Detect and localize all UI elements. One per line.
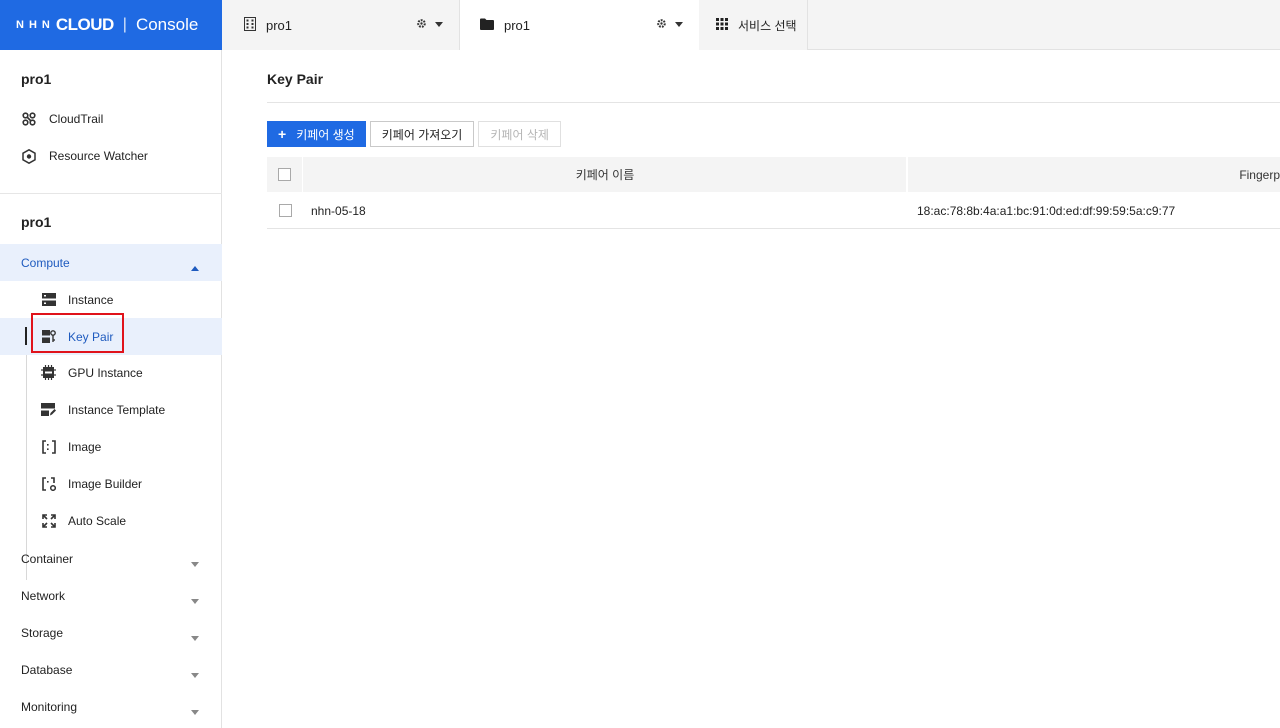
auto-scale-icon bbox=[41, 513, 56, 528]
project-name: pro1 bbox=[504, 17, 531, 33]
sidebar-item-image[interactable]: Image bbox=[0, 428, 222, 465]
chevron-down-icon bbox=[191, 562, 199, 567]
sidebar-item-label: Instance Template bbox=[68, 402, 166, 417]
sidebar-item-label: Image Builder bbox=[68, 476, 143, 491]
active-item-indicator bbox=[25, 327, 27, 345]
template-icon bbox=[41, 402, 56, 417]
sidebar-item-resource-watcher[interactable]: Resource Watcher bbox=[21, 148, 148, 164]
sidebar-item-label: GPU Instance bbox=[68, 365, 143, 380]
category-container[interactable]: Container bbox=[0, 540, 222, 577]
category-database[interactable]: Database bbox=[0, 651, 222, 688]
logo-cloud: CLOUD bbox=[55, 15, 114, 34]
sidebar-item-cloudtrail[interactable]: CloudTrail bbox=[21, 111, 103, 127]
service-select-label: 서비스 선택 bbox=[738, 18, 797, 33]
column-header-fingerprint[interactable]: Fingerp bbox=[910, 157, 1280, 192]
title-divider bbox=[267, 102, 1280, 103]
sidebar-item-label: Image bbox=[68, 439, 102, 454]
column-header-name[interactable]: 키페어 이름 bbox=[304, 157, 908, 192]
logo-console: Console bbox=[135, 15, 199, 34]
row-checkbox[interactable] bbox=[278, 204, 292, 217]
service-select-button[interactable]: 서비스 선택 bbox=[699, 0, 808, 50]
folder-icon bbox=[480, 18, 494, 33]
highlight-box bbox=[31, 313, 124, 353]
organization-name: pro1 bbox=[266, 17, 293, 33]
plus-icon: + bbox=[278, 126, 287, 142]
sidebar-divider bbox=[0, 193, 222, 194]
sidebar-item-label: Resource Watcher bbox=[49, 149, 148, 163]
organization-selector[interactable]: pro1 bbox=[222, 0, 460, 50]
gpu-icon bbox=[41, 365, 56, 380]
key-pair-name: nhn-05-18 bbox=[311, 204, 366, 218]
organization-settings-gear-icon[interactable] bbox=[416, 17, 427, 32]
category-storage[interactable]: Storage bbox=[0, 614, 222, 651]
organization-chevron-down-icon[interactable] bbox=[435, 22, 443, 27]
sidebar-item-label: Auto Scale bbox=[68, 513, 127, 528]
select-all-checkbox[interactable] bbox=[278, 168, 291, 181]
category-label: Container bbox=[21, 551, 74, 566]
sidebar: pro1 CloudTrail Resource Watcher pro1 Co… bbox=[0, 50, 222, 728]
toolbar: + 키페어 생성 키페어 가져오기 키페어 삭제 bbox=[267, 121, 561, 147]
project-selector[interactable]: pro1 bbox=[460, 0, 699, 50]
category-label: Compute bbox=[21, 255, 70, 270]
import-key-pair-button[interactable]: 키페어 가져오기 bbox=[369, 121, 475, 147]
sidebar-item-image-builder[interactable]: Image Builder bbox=[0, 465, 222, 502]
grid-icon bbox=[716, 17, 728, 33]
instance-icon bbox=[41, 292, 56, 307]
page-title: Key Pair bbox=[267, 71, 324, 87]
create-key-pair-label: 키페어 생성 bbox=[296, 127, 355, 142]
chevron-up-icon bbox=[191, 266, 199, 271]
category-label: Storage bbox=[21, 625, 64, 640]
category-network[interactable]: Network bbox=[0, 577, 222, 614]
delete-key-pair-button[interactable]: 키페어 삭제 bbox=[478, 121, 561, 147]
cloudtrail-icon bbox=[21, 111, 37, 127]
sidebar-item-gpu-instance[interactable]: GPU Instance bbox=[0, 354, 222, 391]
category-label: Monitoring bbox=[21, 699, 78, 714]
project-settings-gear-icon[interactable] bbox=[656, 17, 667, 32]
category-label: Network bbox=[21, 588, 66, 603]
category-label: Database bbox=[21, 662, 73, 677]
create-key-pair-button[interactable]: + 키페어 생성 bbox=[267, 121, 366, 147]
table-row[interactable]: nhn-05-18 18:ac:78:8b:4a:a1:bc:91:0d:ed:… bbox=[267, 192, 1280, 229]
project-title: pro1 bbox=[21, 214, 52, 230]
chevron-down-icon bbox=[191, 636, 199, 641]
chevron-down-icon bbox=[191, 710, 199, 715]
category-monitoring[interactable]: Monitoring bbox=[0, 688, 222, 725]
key-pair-fingerprint: 18:ac:78:8b:4a:a1:bc:91:0d:ed:df:99:59:5… bbox=[917, 204, 1176, 218]
project-chevron-down-icon[interactable] bbox=[675, 22, 683, 27]
chevron-down-icon bbox=[191, 599, 199, 604]
category-compute[interactable]: Compute bbox=[0, 244, 222, 281]
console-logo[interactable]: NHN CLOUD | Console bbox=[0, 0, 222, 50]
main-content: Key Pair + 키페어 생성 키페어 가져오기 키페어 삭제 키페어 이름… bbox=[223, 50, 1280, 728]
chevron-down-icon bbox=[191, 673, 199, 678]
organization-icon bbox=[244, 16, 256, 34]
table-header: 키페어 이름 Fingerp bbox=[267, 157, 1280, 192]
sidebar-item-instance-template[interactable]: Instance Template bbox=[0, 391, 222, 428]
key-pair-table: 키페어 이름 Fingerp nhn-05-18 18:ac:78:8b:4a:… bbox=[267, 157, 1280, 229]
organization-title: pro1 bbox=[21, 71, 52, 87]
logo-separator: | bbox=[122, 16, 127, 33]
sidebar-item-label: CloudTrail bbox=[49, 112, 104, 126]
sidebar-item-auto-scale[interactable]: Auto Scale bbox=[0, 502, 222, 539]
logo-nhn: NHN bbox=[16, 19, 55, 31]
resource-watcher-icon bbox=[21, 148, 37, 164]
top-bar: NHN CLOUD | Console pro1 pro1 서비스 선택 bbox=[0, 0, 1280, 50]
sidebar-item-label: Instance bbox=[68, 292, 114, 307]
image-builder-icon bbox=[41, 476, 56, 491]
image-icon bbox=[41, 439, 56, 454]
